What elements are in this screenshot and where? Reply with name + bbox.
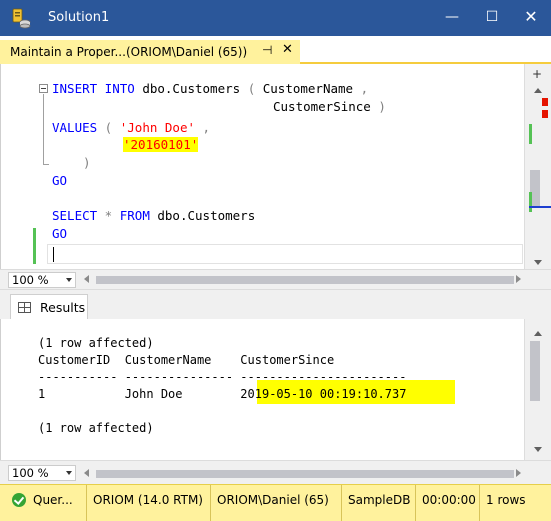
elapsed-time: 00:00:00 xyxy=(416,485,480,521)
results-zoom-bar: 100 % xyxy=(0,460,551,484)
query-status: Quer... xyxy=(0,485,87,521)
grid-icon xyxy=(18,302,31,313)
result-line: 1 John Doe 2019-05-10 00:19:10.737 xyxy=(38,387,407,401)
editor-vertical-scrollbar[interactable]: + xyxy=(524,64,551,269)
scroll-left-arrow-icon[interactable] xyxy=(84,469,89,477)
results-pane[interactable]: (1 row affected) CustomerID CustomerName… xyxy=(0,319,551,460)
error-marker xyxy=(542,110,548,118)
document-tab-strip: Maintain a Proper...(ORIOM\Daniel (65)) … xyxy=(0,36,551,64)
result-line: CustomerID CustomerName CustomerSince xyxy=(38,353,335,367)
result-line: ----------- --------------- ------------… xyxy=(38,370,407,384)
chevron-down-icon[interactable] xyxy=(66,471,72,475)
result-line: (1 row affected) xyxy=(38,336,154,350)
pin-icon[interactable]: ⊣ xyxy=(262,43,272,57)
results-text: (1 row affected) CustomerID CustomerName… xyxy=(1,319,524,460)
change-marker xyxy=(529,192,532,212)
highlighted-date-literal: '20160101' xyxy=(123,137,199,152)
caret-position-marker xyxy=(529,206,551,208)
database-info: SampleDB xyxy=(342,485,416,521)
code-line: SELECT * FROM dbo.Customers xyxy=(52,208,256,223)
outline-guide-end xyxy=(43,164,49,165)
current-line-highlight xyxy=(47,244,523,264)
close-button[interactable]: ✕ xyxy=(511,0,551,36)
document-tab[interactable]: Maintain a Proper...(ORIOM\Daniel (65)) … xyxy=(0,40,300,64)
login-info: ORIOM\Daniel (65) xyxy=(211,485,342,521)
editor-zoom-bar: 100 % xyxy=(0,269,551,289)
result-line: (1 row affected) xyxy=(38,421,154,435)
scroll-left-arrow-icon[interactable] xyxy=(84,275,89,283)
results-tab-strip: Results xyxy=(0,289,551,320)
scroll-up-arrow-icon[interactable] xyxy=(534,88,542,93)
scroll-up-arrow-icon[interactable] xyxy=(534,331,542,336)
query-editor[interactable]: INSERT INTO dbo.Customers ( CustomerName… xyxy=(0,64,551,269)
row-count: 1 rows xyxy=(486,493,526,507)
code-area[interactable]: INSERT INTO dbo.Customers ( CustomerName… xyxy=(1,64,524,269)
horizontal-scroll-thumb[interactable] xyxy=(96,470,514,478)
chevron-down-icon[interactable] xyxy=(66,278,72,282)
document-tab-title: Maintain a Proper...(ORIOM\Daniel (65)) xyxy=(10,45,248,59)
code-line: GO xyxy=(52,226,68,241)
results-zoom-value: 100 % xyxy=(12,466,49,480)
tab-results[interactable]: Results xyxy=(10,294,88,320)
horizontal-scroll-thumb[interactable] xyxy=(96,276,514,284)
scroll-thumb[interactable] xyxy=(530,341,540,401)
status-bar: Quer... ORIOM (14.0 RTM) ORIOM\Daniel (6… xyxy=(0,484,551,521)
ssms-app-icon xyxy=(12,8,31,29)
code-line: ) xyxy=(83,155,91,170)
tab-results-label: Results xyxy=(40,300,86,315)
code-line: INSERT INTO dbo.Customers ( CustomerName… xyxy=(52,81,369,96)
code-line: '20160101' xyxy=(123,136,199,154)
window-title: Solution1 xyxy=(48,10,110,25)
text-caret xyxy=(53,247,54,262)
error-marker xyxy=(542,98,548,106)
change-marker xyxy=(33,228,36,264)
maximize-button[interactable]: ☐ xyxy=(472,0,512,36)
minimize-button[interactable]: — xyxy=(432,0,472,36)
server-info: ORIOM (14.0 RTM) xyxy=(87,485,211,521)
collapse-outline-icon[interactable] xyxy=(39,84,48,93)
code-line: CustomerSince ) xyxy=(273,99,386,114)
code-line: GO xyxy=(52,173,68,188)
success-check-icon xyxy=(12,493,26,507)
scroll-right-arrow-icon[interactable] xyxy=(516,275,521,283)
editor-zoom-value: 100 % xyxy=(12,273,49,287)
tab-close-icon[interactable]: ✕ xyxy=(282,42,293,57)
scroll-right-arrow-icon[interactable] xyxy=(516,469,521,477)
scroll-down-arrow-icon[interactable] xyxy=(534,260,542,265)
query-status-label: Quer... xyxy=(33,493,73,507)
code-line: VALUES ( 'John Doe' , xyxy=(52,120,211,135)
editor-zoom-select[interactable]: 100 % xyxy=(8,272,76,288)
split-view-icon[interactable]: + xyxy=(529,67,545,81)
outline-guide xyxy=(43,94,44,164)
results-zoom-select[interactable]: 100 % xyxy=(8,465,76,481)
results-vertical-scrollbar[interactable] xyxy=(524,319,551,460)
scroll-down-arrow-icon[interactable] xyxy=(534,447,542,452)
change-marker xyxy=(529,124,532,144)
title-bar: Solution1 — ☐ ✕ xyxy=(0,0,551,36)
